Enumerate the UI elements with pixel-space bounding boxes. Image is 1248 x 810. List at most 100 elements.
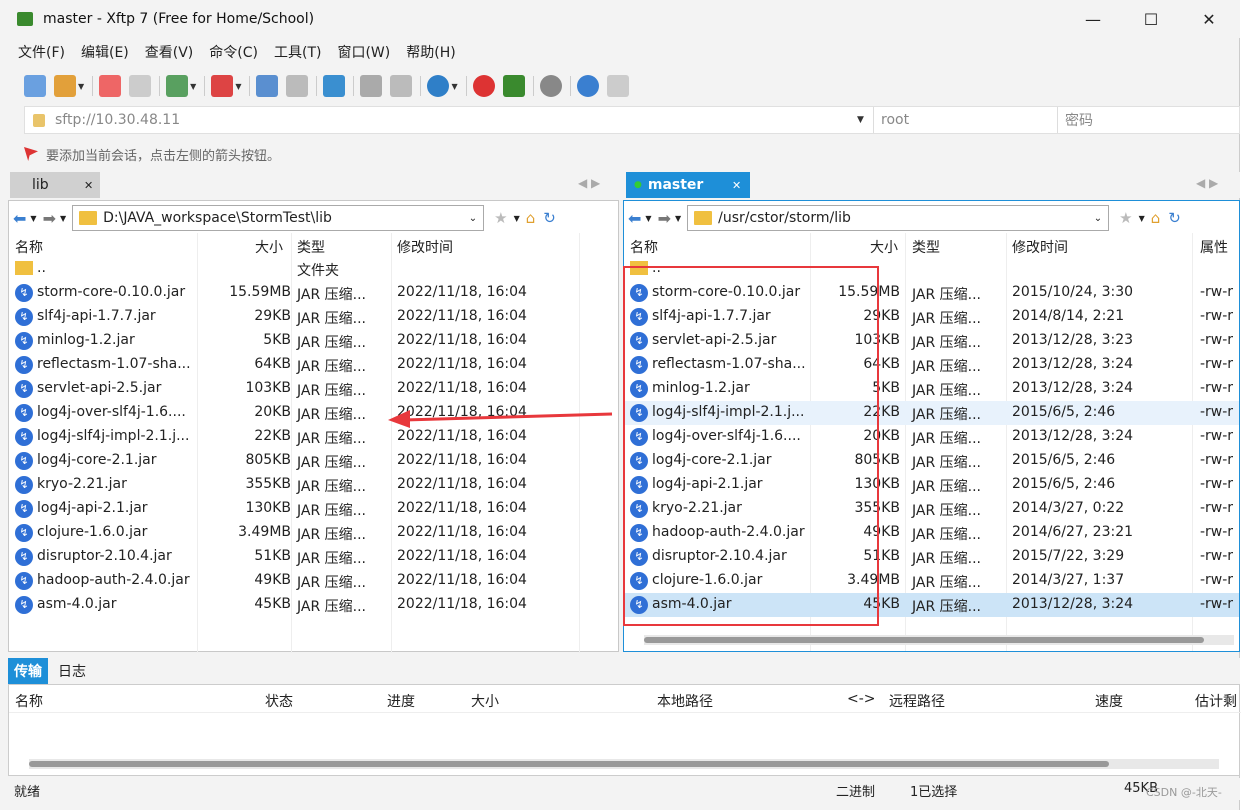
col-size[interactable]: 大小	[255, 237, 283, 257]
table-row[interactable]: ↯ log4j-api-2.1.jar 130KB JAR 压缩... 2022/11/…	[9, 497, 625, 521]
minimize-button[interactable]: —	[1064, 0, 1122, 38]
col-name[interactable]: 名称	[15, 691, 43, 711]
tab-log[interactable]: 日志	[58, 661, 86, 681]
table-row[interactable]: ↯ log4j-slf4j-impl-2.1.j... 22KB JAR 压缩... 2…	[9, 425, 625, 449]
table-row[interactable]: ↯ disruptor-2.10.4.jar 51KB JAR 压缩... 2022/1…	[9, 545, 625, 569]
col-mtime[interactable]: 修改时间	[397, 237, 453, 257]
terminal-icon[interactable]	[211, 75, 234, 97]
sync-icon[interactable]	[323, 75, 346, 97]
tab-transfer[interactable]: 传输	[8, 658, 48, 684]
col-speed[interactable]: 速度	[1095, 691, 1123, 711]
table-row[interactable]: ↯ slf4j-api-1.7.7.jar 29KB JAR 压缩... 2022/11…	[9, 305, 625, 329]
close-icon[interactable]: ✕	[732, 179, 741, 192]
col-eta[interactable]: 估计剩	[1195, 691, 1237, 711]
col-name[interactable]: 名称	[630, 237, 658, 257]
star-icon[interactable]: ★	[494, 209, 507, 227]
menu-help[interactable]: 帮助(H)	[398, 42, 463, 64]
close-button[interactable]: ✕	[1180, 0, 1238, 38]
host-input[interactable]: sftp://10.30.48.11	[55, 112, 855, 128]
scrollbar-thumb[interactable]	[644, 637, 1204, 643]
username-input[interactable]: root	[881, 112, 909, 128]
tab-scroll-icon[interactable]: ◀ ▶	[1196, 176, 1218, 190]
left-path-input[interactable]: D:\JAVA_workspace\StormTest\lib ⌄	[72, 205, 485, 231]
table-row[interactable]: ↯ servlet-api-2.5.jar 103KB JAR 压缩... 2022/1…	[9, 377, 625, 401]
new-tab-icon[interactable]	[166, 75, 189, 97]
right-scrollbar[interactable]	[644, 635, 1234, 645]
jar-file-icon: ↯	[15, 356, 33, 374]
tab-master[interactable]: ● master ✕	[626, 172, 750, 198]
file-type: JAR 压缩...	[297, 335, 366, 351]
forward-arrow-icon[interactable]: ➡	[658, 209, 671, 228]
password-input[interactable]: 密码	[1065, 110, 1093, 130]
copy-icon[interactable]	[360, 75, 383, 97]
table-row-parent[interactable]: .. 文件夹	[9, 257, 619, 281]
transfer-scrollbar[interactable]	[29, 759, 1219, 769]
table-row[interactable]: ↯ hadoop-auth-2.4.0.jar 49KB JAR 压缩... 2022/…	[9, 569, 625, 593]
file-type: JAR 压缩...	[297, 551, 366, 567]
jar-file-icon: ↯	[15, 308, 33, 326]
col-type[interactable]: 类型	[912, 237, 940, 257]
home-icon[interactable]: ⌂	[526, 209, 536, 227]
gear-icon[interactable]	[539, 75, 562, 97]
menu-window[interactable]: 窗口(W)	[329, 42, 398, 64]
table-row[interactable]: ↯ kryo-2.21.jar 355KB JAR 压缩... 2022/11/18, …	[9, 473, 625, 497]
menu-edit[interactable]: 编辑(E)	[73, 42, 137, 64]
tab-lib[interactable]: lib ✕	[10, 172, 100, 198]
tab-scroll-left-icon[interactable]: ◀ ▶	[578, 176, 600, 190]
session-arrow-icon[interactable]	[24, 147, 38, 161]
host-dropdown-icon[interactable]: ▼	[857, 115, 864, 125]
col-local-path[interactable]: 本地路径	[657, 691, 713, 711]
forward-arrow-icon[interactable]: ➡	[43, 209, 56, 228]
scrollbar-thumb[interactable]	[29, 761, 1109, 767]
paste-icon[interactable]	[390, 75, 413, 97]
col-size[interactable]: 大小	[471, 691, 499, 711]
menu-view[interactable]: 查看(V)	[137, 42, 202, 64]
file-attr: -rw-r	[1200, 452, 1234, 468]
download-icon[interactable]	[286, 75, 309, 97]
open-folder-icon[interactable]	[54, 75, 76, 97]
right-path-input[interactable]: /usr/cstor/storm/lib ⌄	[687, 205, 1110, 231]
chevron-down-icon[interactable]: ⌄	[469, 213, 477, 224]
menu-tools[interactable]: 工具(T)	[266, 42, 329, 64]
chat-icon[interactable]	[606, 75, 629, 97]
right-list-header: 名称 大小 类型 修改时间 属性	[624, 233, 1239, 259]
col-remote-path[interactable]: 远程路径	[889, 691, 945, 711]
home-icon[interactable]: ⌂	[1151, 209, 1161, 227]
refresh-icon[interactable]: ↻	[1168, 209, 1181, 227]
help-icon[interactable]	[576, 75, 599, 97]
file-mtime: 2013/12/28, 3:24	[1012, 428, 1134, 444]
menu-file[interactable]: 文件(F)	[10, 42, 73, 64]
right-nav-row: ⬅ ▼ ➡ ▼ /usr/cstor/storm/lib ⌄ ★ ▼ ⌂ ↻	[628, 203, 1238, 233]
table-row[interactable]: ↯ storm-core-0.10.0.jar 15.59MB JAR 压缩... 20…	[9, 281, 625, 305]
col-direction[interactable]: <->	[847, 691, 876, 707]
refresh-icon[interactable]: ↻	[543, 209, 556, 227]
menu-command[interactable]: 命令(C)	[201, 42, 266, 64]
col-attr[interactable]: 属性	[1200, 237, 1228, 257]
reconnect-icon[interactable]	[99, 75, 122, 97]
disconnect-icon[interactable]	[129, 75, 152, 97]
table-row[interactable]: ↯ asm-4.0.jar 45KB JAR 压缩... 2022/11/18, 16:…	[9, 593, 625, 617]
file-mtime: 2022/11/18, 16:04	[397, 524, 527, 540]
col-size[interactable]: 大小	[870, 237, 898, 257]
table-row[interactable]: ↯ minlog-1.2.jar 5KB JAR 压缩... 2022/11/18, 1…	[9, 329, 625, 353]
new-session-icon[interactable]	[24, 75, 46, 97]
globe-icon[interactable]	[427, 75, 450, 97]
col-progress[interactable]: 进度	[387, 691, 415, 711]
chevron-down-icon[interactable]: ⌄	[1094, 213, 1102, 224]
table-row[interactable]: ↯ clojure-1.6.0.jar 3.49MB JAR 压缩... 2022/11…	[9, 521, 625, 545]
col-status[interactable]: 状态	[265, 691, 293, 711]
upload-icon[interactable]	[256, 75, 279, 97]
table-row[interactable]: ↯ reflectasm-1.07-sha... 64KB JAR 压缩... 2022…	[9, 353, 625, 377]
col-type[interactable]: 类型	[297, 237, 325, 257]
col-mtime[interactable]: 修改时间	[1012, 237, 1068, 257]
back-arrow-icon[interactable]: ⬅	[628, 209, 641, 228]
file-name: disruptor-2.10.4.jar	[37, 548, 172, 564]
back-arrow-icon[interactable]: ⬅	[13, 209, 26, 228]
close-icon[interactable]: ✕	[84, 179, 93, 192]
xmanager-icon[interactable]	[472, 75, 495, 97]
col-name[interactable]: 名称	[15, 237, 43, 257]
maximize-button[interactable]: ☐	[1122, 0, 1180, 38]
xshell-icon[interactable]	[502, 75, 525, 97]
star-icon[interactable]: ★	[1119, 209, 1132, 227]
table-row[interactable]: ↯ log4j-core-2.1.jar 805KB JAR 压缩... 2022/11…	[9, 449, 625, 473]
